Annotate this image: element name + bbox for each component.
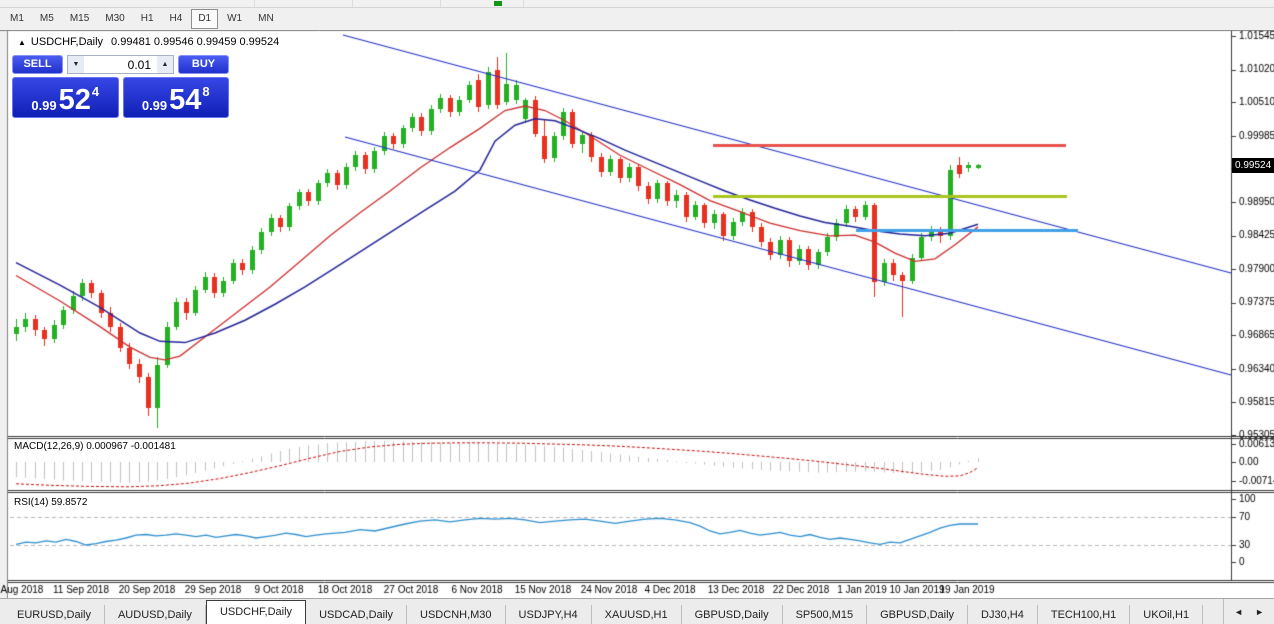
symbol-tab[interactable]: GBPUSD,Daily [867, 605, 968, 624]
sell-button[interactable]: SELL [12, 55, 63, 74]
rsi-indicator-label: RSI(14) 59.8572 [14, 497, 87, 508]
symbol-tab[interactable]: UKOil,H1 [1130, 605, 1203, 624]
buy-price-point: 8 [202, 85, 209, 98]
timeframe-button[interactable]: M5 [33, 9, 61, 29]
timeframe-button[interactable]: H4 [163, 9, 190, 29]
toolbar-separator [254, 0, 255, 7]
tab-scroll-right-icon[interactable]: ► [1255, 607, 1264, 617]
symbol-tab[interactable]: USDJPY,H4 [506, 605, 592, 624]
symbol-tab[interactable]: AUDUSD,Daily [105, 605, 206, 624]
collapse-icon[interactable]: ▲ [18, 38, 26, 47]
volume-decrease-icon[interactable]: ▼ [68, 56, 84, 73]
timeframe-button[interactable]: M15 [63, 9, 96, 29]
symbol-tab[interactable]: GBPUSD,Daily [682, 605, 783, 624]
current-price-tag: 0.99524 [1232, 158, 1274, 173]
sell-price-base: 0.99 [31, 99, 56, 112]
timeframe-button[interactable]: D1 [191, 9, 218, 29]
buy-price-box[interactable]: 0.99548 [123, 77, 230, 118]
symbol-tab[interactable]: USDCHF,Daily [206, 600, 306, 624]
chart-title-bar: ▲ USDCHF,Daily 0.99481 0.99546 0.99459 0.9… [18, 36, 279, 48]
symbol-tab[interactable]: SP500,M15 [783, 605, 867, 624]
chart-ohlc-values: 0.99481 0.99546 0.99459 0.99524 [111, 36, 279, 48]
symbol-tab[interactable]: DJ30,H4 [968, 605, 1038, 624]
toolbar-separator [523, 0, 524, 7]
symbol-tab[interactable]: EURUSD,Daily [4, 605, 105, 624]
sell-price-box[interactable]: 0.99524 [12, 77, 119, 118]
symbol-tab[interactable]: USDCNH,M30 [407, 605, 506, 624]
timeframe-button[interactable]: H1 [134, 9, 161, 29]
volume-stepper: ▼ ▲ [67, 55, 174, 74]
timeframe-button[interactable]: W1 [220, 9, 249, 29]
trading-terminal: M1M5M15M30H1H4D1W1MN ▲USDCHF,Daily0.9948… [0, 0, 1274, 624]
tab-scroll-left-icon[interactable]: ◄ [1234, 607, 1243, 617]
buy-price-base: 0.99 [142, 99, 167, 112]
timeframe-button[interactable]: M30 [98, 9, 131, 29]
sell-price-point: 4 [92, 85, 99, 98]
sell-price-pips: 52 [59, 88, 91, 112]
volume-increase-icon[interactable]: ▲ [157, 56, 173, 73]
tab-scroll-controls: ◄ ► [1223, 599, 1274, 624]
symbol-tab-bar: EURUSD,DailyAUDUSD,DailyUSDCHF,DailyUSDC… [0, 598, 1274, 624]
volume-input[interactable] [84, 56, 157, 73]
symbol-tab[interactable]: TECH100,H1 [1038, 605, 1130, 624]
cropped-toolbar-strip [0, 0, 1274, 8]
chart-symbol-title: USDCHF,Daily [31, 36, 103, 48]
timeframe-toolbar: M1M5M15M30H1H4D1W1MN [0, 8, 1274, 30]
macd-indicator-label: MACD(12,26,9) 0.000967 -0.001481 [14, 441, 176, 452]
buy-button[interactable]: BUY [178, 55, 229, 74]
buy-price-pips: 54 [169, 88, 201, 112]
symbol-tab[interactable]: USDCAD,Daily [306, 605, 407, 624]
one-click-trade-panel: SELL ▼ ▲ BUY 0.99524 0.99548 [12, 55, 229, 118]
green-status-icon [494, 1, 502, 6]
toolbar-separator [440, 0, 441, 7]
timeframe-button[interactable]: M1 [3, 9, 31, 29]
symbol-tab[interactable]: XAUUSD,H1 [592, 605, 682, 624]
toolbar-separator [352, 0, 353, 7]
timeframe-button[interactable]: MN [251, 9, 281, 29]
